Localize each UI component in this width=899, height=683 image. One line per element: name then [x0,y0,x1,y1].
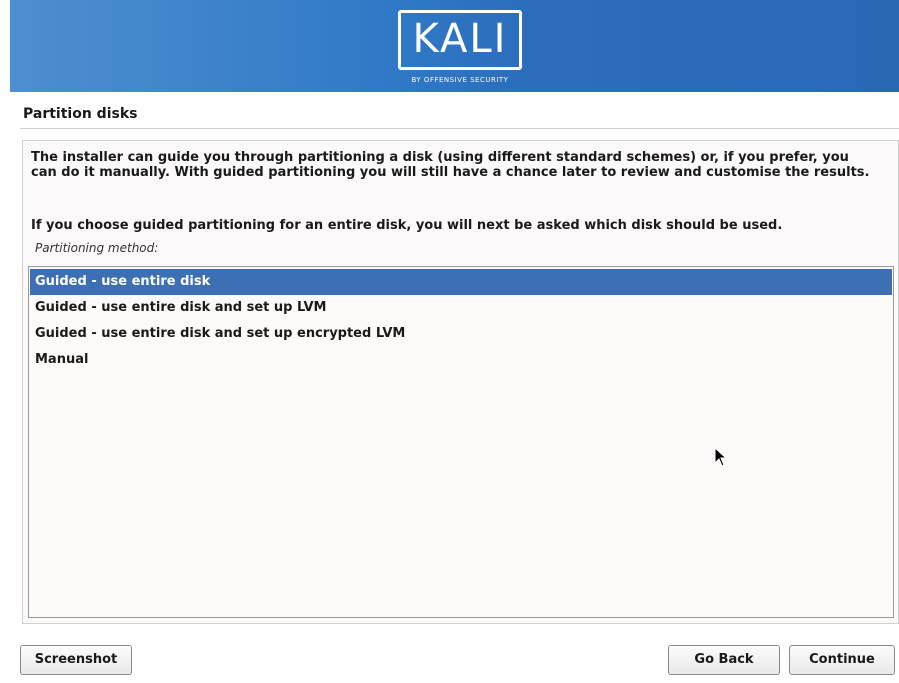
logo-text: KALI [412,16,508,62]
header-banner: KALI BY OFFENSIVE SECURITY [10,0,899,92]
logo-subtitle: BY OFFENSIVE SECURITY [411,76,509,84]
list-item-guided-encrypted-lvm[interactable]: Guided - use entire disk and set up encr… [30,321,892,347]
divider [20,128,899,129]
partitioning-method-list[interactable]: Guided - use entire disk Guided - use en… [28,266,894,618]
go-back-button[interactable]: Go Back [668,645,780,675]
partitioning-method-label: Partitioning method: [35,241,159,255]
kali-logo: KALI [398,10,522,70]
list-item-guided-entire-disk[interactable]: Guided - use entire disk [30,269,892,295]
description-paragraph-2: If you choose guided partitioning for an… [31,218,783,233]
page-title: Partition disks [23,106,138,122]
continue-button[interactable]: Continue [789,645,895,675]
installer-window: KALI BY OFFENSIVE SECURITY Partition dis… [0,0,899,683]
list-item-manual[interactable]: Manual [30,347,892,373]
screenshot-button[interactable]: Screenshot [20,645,132,675]
description-paragraph-1: The installer can guide you through part… [31,150,870,180]
list-item-guided-lvm[interactable]: Guided - use entire disk and set up LVM [30,295,892,321]
